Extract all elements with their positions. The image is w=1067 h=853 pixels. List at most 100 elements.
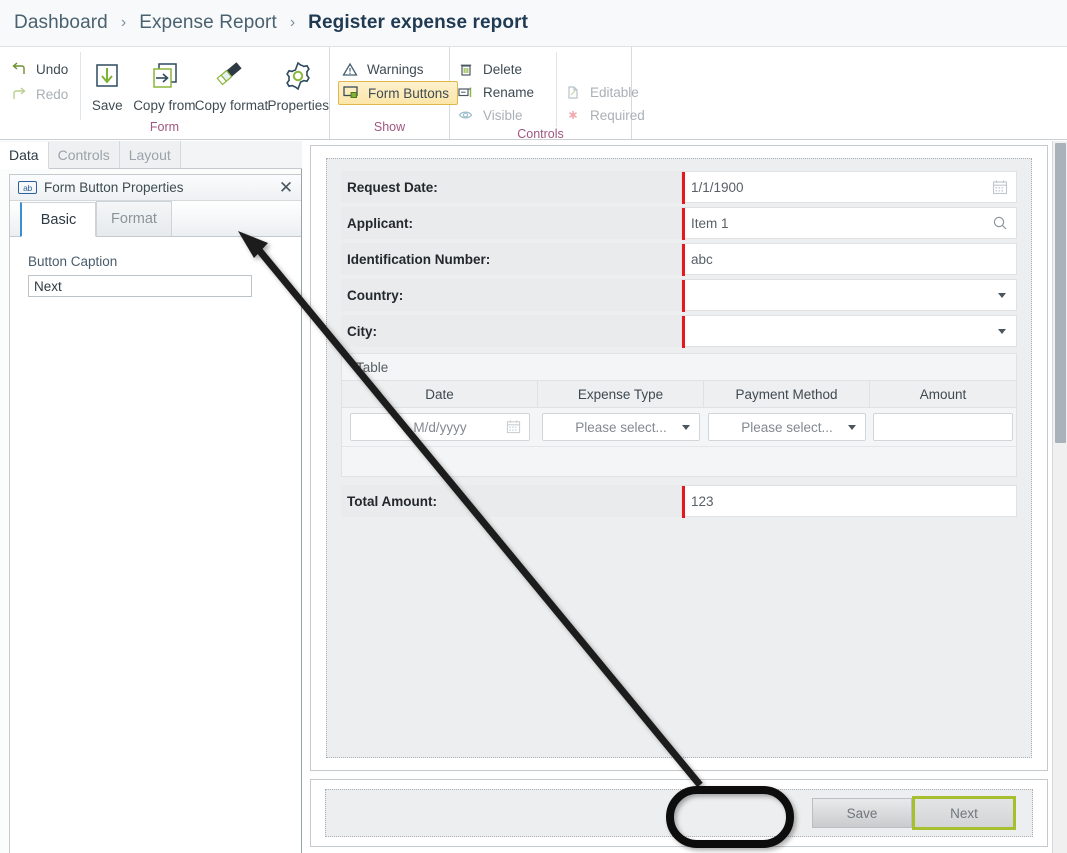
chevron-down-icon[interactable] (998, 329, 1006, 334)
properties-panel: Data Controls Layout ab Form Button Prop… (0, 141, 302, 853)
gear-icon (281, 56, 315, 96)
tab-data[interactable]: Data (0, 142, 49, 169)
applicant-input[interactable]: Item 1 (681, 207, 1017, 240)
breadcrumb-item-dashboard[interactable]: Dashboard (14, 12, 108, 34)
asterisk-icon (565, 108, 584, 124)
table-column-header-amount: Amount (919, 386, 967, 402)
button-caption-input[interactable] (28, 275, 252, 297)
properties-button[interactable]: Properties (267, 52, 329, 113)
expense-table[interactable]: Table Date Expense Type Payment Method A… (341, 353, 1017, 477)
subtab-format[interactable]: Format (96, 201, 172, 236)
breadcrumb-separator-icon: › (120, 14, 127, 31)
table-cell-amount (870, 413, 1016, 441)
chevron-down-icon[interactable] (682, 425, 690, 430)
required-marker (682, 486, 685, 518)
rename-label: Rename (483, 85, 535, 100)
properties-card-title: Form Button Properties (44, 180, 184, 195)
ribbon-group-form: Undo Redo Save Copy from Copy format Pro… (0, 47, 330, 139)
table-column-header-payment-method: Payment Method (704, 381, 870, 407)
subtab-basic[interactable]: Basic (20, 202, 96, 237)
copy-format-icon (213, 56, 249, 96)
form-save-button[interactable]: Save (812, 798, 912, 828)
breadcrumb-item-expense-report[interactable]: Expense Report (139, 12, 277, 34)
form-row-total-amount: Total Amount: 123 (341, 485, 1017, 518)
field-label: Applicant: (341, 207, 681, 239)
chevron-down-icon[interactable] (848, 425, 856, 430)
copy-from-label: Copy from (133, 98, 196, 113)
copy-format-button[interactable]: Copy format (195, 52, 268, 113)
breadcrumb-item-current: Register expense report (308, 12, 528, 33)
form-buttons-toggle[interactable]: Form Buttons (338, 81, 459, 105)
table-title: Table (356, 359, 389, 375)
rename-icon (458, 85, 477, 101)
field-label: Request Date: (341, 171, 681, 203)
field-value: Item 1 (691, 215, 729, 231)
warnings-toggle[interactable]: Warnings (338, 58, 458, 81)
calendar-icon[interactable] (506, 419, 521, 437)
country-dropdown[interactable] (681, 279, 1017, 312)
ribbon-group-controls-title: Controls (517, 127, 564, 141)
vertical-scrollbar[interactable] (1052, 141, 1067, 853)
table-row: M/d/yyyy Please select... Please select.… (342, 408, 1016, 446)
form-buttons-surface[interactable]: Save Next (325, 789, 1033, 837)
form-designer-canvas: Request Date: 1/1/1900 Applicant: Item 1… (303, 141, 1067, 853)
rename-button[interactable]: Rename (458, 81, 544, 104)
redo-icon (10, 86, 30, 103)
delete-button[interactable]: Delete (458, 58, 544, 81)
ribbon-group-form-title: Form (149, 120, 180, 134)
ab-textbox-icon: ab (18, 181, 37, 194)
required-marker (682, 244, 685, 276)
total-amount-label: Total Amount: (341, 485, 681, 517)
required-marker (682, 172, 685, 204)
city-dropdown[interactable] (681, 315, 1017, 348)
identification-number-input[interactable]: abc (681, 243, 1017, 276)
field-label: Identification Number: (341, 243, 681, 275)
undo-button[interactable]: Undo (8, 57, 74, 82)
form-row-identification-number: Identification Number: abc (341, 243, 1017, 276)
required-marker (682, 208, 685, 240)
row-date-placeholder: M/d/yyyy (413, 419, 467, 435)
application-window: Dashboard › Expense Report › Register ex… (0, 0, 1067, 853)
field-label: Country: (341, 279, 681, 311)
chevron-down-icon[interactable] (998, 293, 1006, 298)
visible-button[interactable]: Visible (458, 104, 544, 127)
row-date-input[interactable]: M/d/yyyy (350, 413, 530, 441)
scrollbar-thumb[interactable] (1055, 143, 1066, 443)
copy-from-button[interactable]: Copy from (133, 52, 195, 113)
field-value: abc (691, 251, 713, 267)
row-amount-input[interactable] (873, 413, 1013, 441)
trash-icon (458, 62, 477, 78)
form-design-surface[interactable]: Request Date: 1/1/1900 Applicant: Item 1… (326, 158, 1032, 758)
eye-icon (458, 108, 477, 124)
tab-controls[interactable]: Controls (48, 141, 120, 168)
form-button-properties-card: ab Form Button Properties ✕ Basic Format… (9, 174, 301, 853)
total-amount-input[interactable]: 123 (681, 485, 1017, 518)
tab-layout[interactable]: Layout (119, 141, 181, 168)
form-buttons-panel: Save Next (310, 779, 1048, 847)
search-icon[interactable] (992, 208, 1008, 238)
field-label: City: (341, 315, 681, 347)
form-preview-container: Request Date: 1/1/1900 Applicant: Item 1… (310, 145, 1048, 771)
panel-tabstrip: Data Controls Layout (0, 141, 302, 169)
form-row-city: City: (341, 315, 1017, 348)
breadcrumb-separator-icon: › (289, 14, 296, 31)
editable-page-icon (565, 85, 584, 101)
table-column-header-expense-type: Expense Type (538, 381, 704, 407)
form-row-request-date: Request Date: 1/1/1900 (341, 171, 1017, 204)
ribbon-group-show: Warnings Form Buttons Show (330, 47, 459, 139)
form-buttons-label: Form Buttons (368, 85, 450, 101)
form-next-button[interactable]: Next (912, 796, 1016, 830)
request-date-input[interactable]: 1/1/1900 (681, 171, 1017, 204)
row-payment-method-value: Please select... (741, 419, 833, 435)
row-expense-type-dropdown[interactable]: Please select... (542, 413, 700, 441)
total-amount-value: 123 (691, 493, 714, 509)
field-value: 1/1/1900 (691, 179, 744, 195)
close-icon[interactable]: ✕ (275, 177, 297, 199)
redo-button[interactable]: Redo (8, 82, 74, 107)
row-payment-method-dropdown[interactable]: Please select... (708, 413, 866, 441)
properties-card-body: Button Caption (10, 237, 301, 297)
calendar-icon[interactable] (992, 172, 1008, 202)
save-button[interactable]: Save (81, 52, 133, 113)
ribbon-small-commands: Undo Redo (0, 52, 82, 120)
button-caption-label: Button Caption (28, 254, 118, 269)
